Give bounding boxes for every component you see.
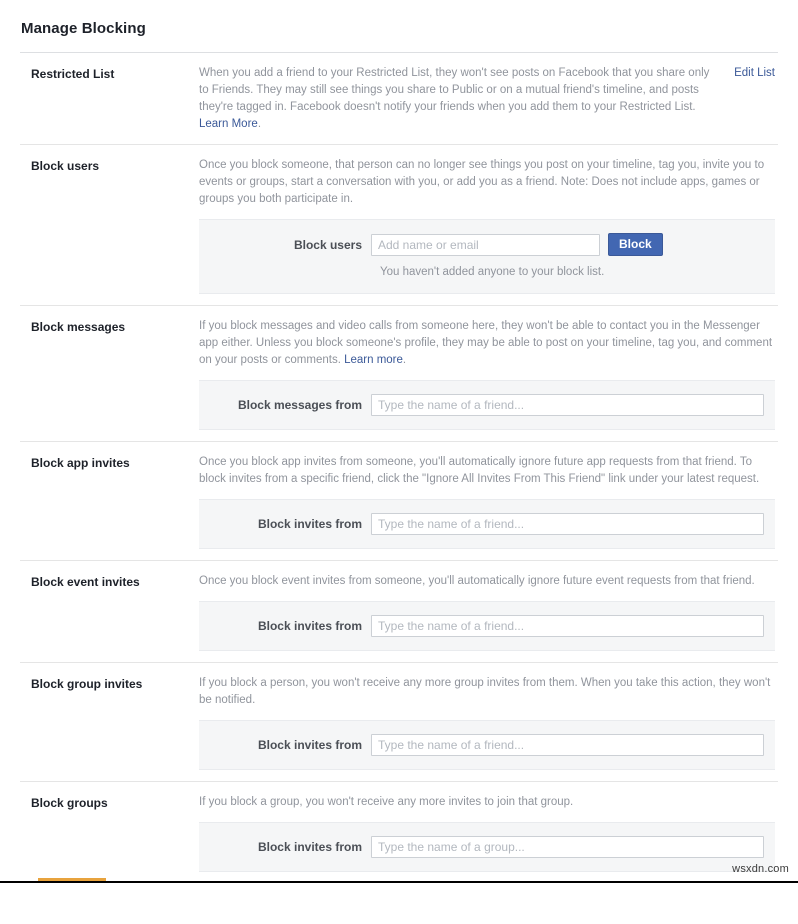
- block-groups-field-row: Block invites from: [199, 836, 775, 858]
- section-restricted-list: Restricted List When you add a friend to…: [20, 52, 778, 144]
- section-body: Once you block app invites from someone,…: [199, 454, 778, 549]
- block-users-field-row: Block users Block: [199, 233, 775, 256]
- learn-more-link[interactable]: Learn More: [199, 118, 258, 130]
- section-block-event-invites: Block event invites Once you block event…: [20, 560, 778, 662]
- block-app-invites-field-row: Block invites from: [199, 513, 775, 535]
- block-app-invites-panel: Block invites from: [199, 499, 775, 549]
- block-messages-input[interactable]: [371, 394, 764, 416]
- block-list-empty-hint: You haven't added anyone to your block l…: [380, 266, 605, 278]
- field-label: Block invites from: [257, 517, 362, 531]
- section-block-group-invites: Block group invites If you block a perso…: [20, 662, 778, 781]
- section-description: If you block a person, you won't receive…: [199, 677, 771, 706]
- description-text: If you block messages and video calls fr…: [199, 320, 773, 366]
- section-description: Once you block someone, that person can …: [199, 159, 765, 205]
- learn-more-link[interactable]: Learn more: [344, 354, 403, 366]
- field-label: Block invites from: [257, 738, 362, 752]
- block-groups-input[interactable]: [371, 836, 764, 858]
- field-label: Block messages from: [237, 398, 362, 412]
- section-description: Once you block event invites from someon…: [199, 575, 755, 587]
- field-label: Block invites from: [257, 840, 362, 854]
- block-button[interactable]: Block: [608, 233, 663, 256]
- block-users-panel: Block users Block You haven't added anyo…: [199, 219, 775, 294]
- section-description: Once you block app invites from someone,…: [199, 456, 760, 485]
- bottom-accent-bar: [38, 878, 106, 881]
- description-row: When you add a friend to your Restricted…: [199, 65, 778, 133]
- watermark: wsxdn.com: [732, 863, 789, 875]
- block-groups-panel: Block invites from: [199, 822, 775, 872]
- block-group-invites-panel: Block invites from: [199, 720, 775, 770]
- field-label: Block users: [293, 237, 362, 252]
- section-label: Restricted List: [31, 67, 115, 81]
- section-description: If you block a group, you won't receive …: [199, 796, 574, 808]
- section-body: Once you block someone, that person can …: [199, 157, 778, 294]
- section-body: If you block a group, you won't receive …: [199, 794, 778, 872]
- block-messages-field-row: Block messages from: [199, 394, 775, 416]
- edit-list-link[interactable]: Edit List: [734, 65, 778, 82]
- section-label: Block event invites: [31, 575, 140, 589]
- page-title: Manage Blocking: [21, 20, 146, 37]
- section-body: Once you block event invites from someon…: [199, 573, 778, 651]
- block-group-invites-input[interactable]: [371, 734, 764, 756]
- section-body: If you block messages and video calls fr…: [199, 318, 778, 430]
- description-text: When you add a friend to your Restricted…: [199, 67, 710, 113]
- section-body: When you add a friend to your Restricted…: [199, 65, 778, 133]
- bottom-edge-rule: [0, 881, 798, 883]
- section-label: Block app invites: [31, 456, 130, 470]
- description-suffix: .: [402, 354, 407, 366]
- section-label: Block messages: [31, 320, 126, 334]
- section-block-messages: Block messages If you block messages and…: [20, 305, 778, 441]
- block-app-invites-input[interactable]: [371, 513, 764, 535]
- block-messages-panel: Block messages from: [199, 380, 775, 430]
- manage-blocking-page: Manage Blocking Restricted List When you…: [0, 0, 798, 883]
- section-description: If you block messages and video calls fr…: [199, 318, 778, 369]
- settings-section-list: Restricted List When you add a friend to…: [20, 52, 778, 883]
- block-users-input[interactable]: [371, 233, 600, 256]
- block-event-invites-input[interactable]: [371, 615, 764, 637]
- block-event-invites-panel: Block invites from: [199, 601, 775, 651]
- section-body: If you block a person, you won't receive…: [199, 675, 778, 770]
- section-block-users: Block users Once you block someone, that…: [20, 144, 778, 305]
- description-suffix: .: [257, 118, 262, 130]
- section-block-groups: Block groups If you block a group, you w…: [20, 781, 778, 883]
- block-group-invites-field-row: Block invites from: [199, 734, 775, 756]
- section-label: Block group invites: [31, 677, 143, 691]
- field-label: Block invites from: [257, 619, 362, 633]
- section-description: When you add a friend to your Restricted…: [199, 65, 720, 133]
- section-block-app-invites: Block app invites Once you block app inv…: [20, 441, 778, 560]
- section-label: Block groups: [31, 796, 108, 810]
- section-label: Block users: [31, 159, 100, 173]
- block-event-invites-field-row: Block invites from: [199, 615, 775, 637]
